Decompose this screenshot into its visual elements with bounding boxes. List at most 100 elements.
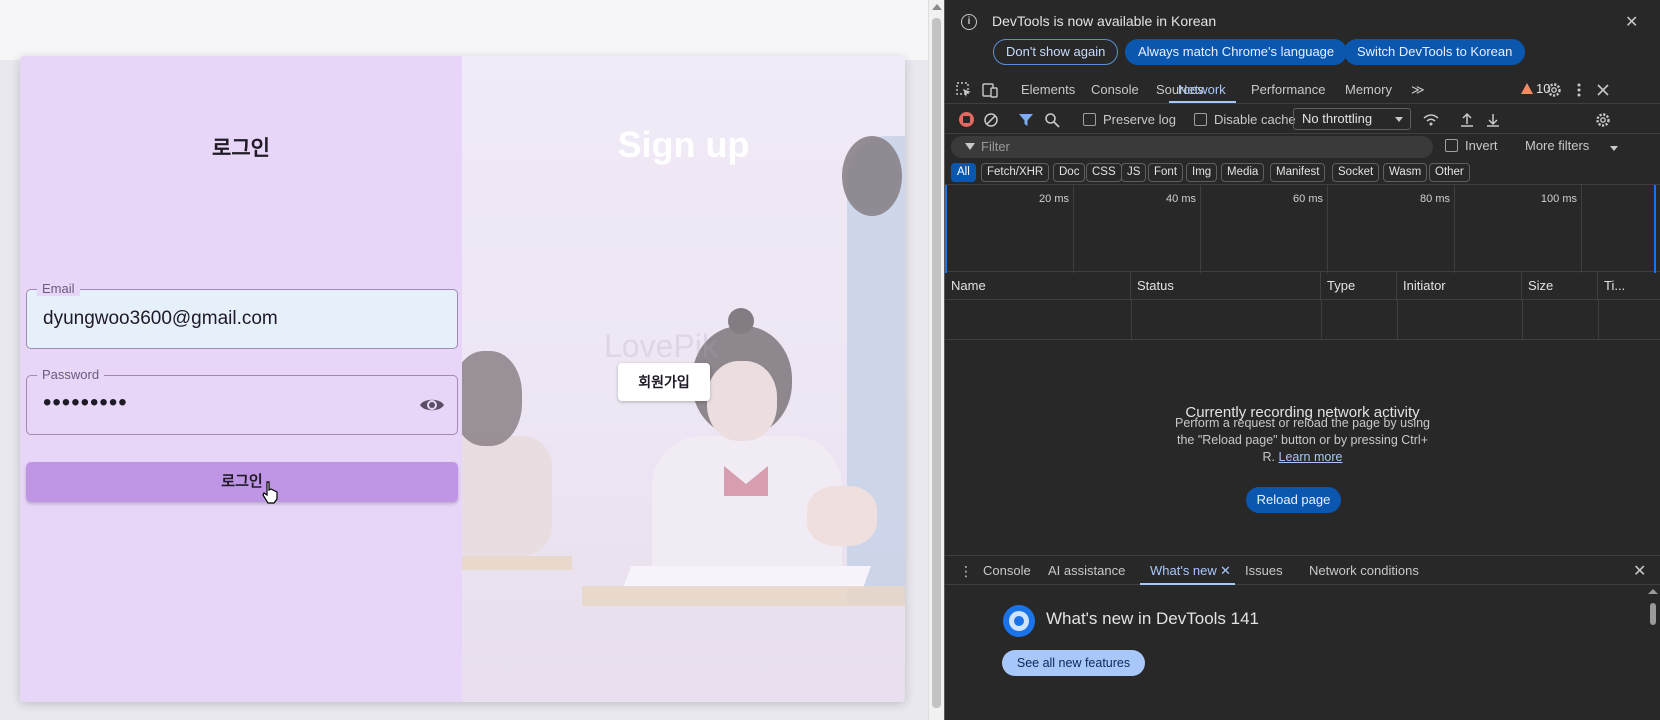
drawer-scroll-up-icon[interactable] bbox=[1648, 589, 1658, 594]
close-drawer-icon[interactable]: ✕ bbox=[1633, 561, 1646, 581]
network-conditions-icon[interactable] bbox=[1423, 112, 1439, 128]
password-field[interactable]: Password ••••••••• bbox=[26, 367, 458, 435]
timeline-tick-label: 80 ms bbox=[1420, 193, 1450, 205]
tab-memory[interactable]: Memory bbox=[1345, 82, 1392, 97]
column-divider bbox=[1131, 300, 1132, 340]
filter-chip-all[interactable]: All bbox=[951, 163, 976, 182]
filter-chip-media[interactable]: Media bbox=[1221, 163, 1265, 182]
drawer-tab-whats-new[interactable]: What's new bbox=[1150, 563, 1217, 578]
timeline-gridline bbox=[1073, 185, 1074, 273]
drawer-tab-ai-assistance[interactable]: AI assistance bbox=[1048, 563, 1125, 578]
timeline-gridline bbox=[1327, 185, 1328, 273]
reload-page-button[interactable]: Reload page bbox=[1246, 487, 1341, 513]
column-divider bbox=[1598, 300, 1599, 340]
network-overview-timeline[interactable]: 20 ms 40 ms 60 ms 80 ms 100 ms bbox=[945, 184, 1660, 273]
drawer-tab-network-conditions[interactable]: Network conditions bbox=[1309, 563, 1419, 578]
tab-console[interactable]: Console bbox=[1091, 82, 1139, 97]
filter-bar: Filter Invert More filters bbox=[945, 134, 1660, 160]
timeline-tick-label: 100 ms bbox=[1540, 193, 1577, 205]
drawer-tab-issues[interactable]: Issues bbox=[1245, 563, 1283, 578]
filter-chip-img[interactable]: Img bbox=[1186, 163, 1218, 182]
drawer-tabbar: ⋮ Console AI assistance What's new ✕ Iss… bbox=[945, 555, 1660, 585]
signup-button[interactable]: 회원가입 bbox=[618, 363, 710, 401]
resource-type-filters: All Fetch/XHR Doc CSS JS Font Img Media … bbox=[945, 160, 1660, 184]
filter-placeholder: Filter bbox=[981, 139, 1010, 154]
settings-gear-icon[interactable] bbox=[1546, 82, 1562, 98]
requests-table-header: Name Status Type Initiator Size Ti... bbox=[945, 272, 1660, 300]
column-initiator[interactable]: Initiator bbox=[1397, 272, 1522, 300]
column-time[interactable]: Ti... bbox=[1598, 272, 1660, 300]
tab-elements[interactable]: Elements bbox=[1021, 82, 1075, 97]
close-icon[interactable]: ✕ bbox=[1625, 12, 1638, 32]
page-scroll-thumb[interactable] bbox=[932, 18, 941, 708]
clear-icon[interactable] bbox=[983, 112, 999, 128]
invert-checkbox[interactable] bbox=[1445, 139, 1458, 152]
column-type[interactable]: Type bbox=[1321, 272, 1397, 300]
drawer-scrollbar[interactable] bbox=[1645, 585, 1660, 720]
device-toolbar-icon[interactable] bbox=[982, 82, 998, 98]
password-input-value[interactable]: ••••••••• bbox=[43, 389, 128, 417]
import-har-icon[interactable] bbox=[1459, 112, 1475, 128]
eye-icon[interactable] bbox=[419, 393, 445, 417]
filter-chip-css[interactable]: CSS bbox=[1086, 163, 1122, 182]
switch-to-korean-button[interactable]: Switch DevTools to Korean bbox=[1344, 39, 1526, 65]
filter-chip-wasm[interactable]: Wasm bbox=[1383, 163, 1428, 182]
disable-cache-checkbox[interactable] bbox=[1194, 113, 1207, 126]
close-devtools-icon[interactable] bbox=[1595, 82, 1611, 98]
drawer-menu-icon[interactable]: ⋮ bbox=[959, 563, 973, 580]
filter-chip-font[interactable]: Font bbox=[1148, 163, 1184, 182]
page-viewport: 로그인 Email dyungwoo3600@gmail.com Passwor… bbox=[0, 0, 928, 720]
drawer-tab-console[interactable]: Console bbox=[983, 563, 1031, 578]
timeline-gridline bbox=[1454, 185, 1455, 273]
column-size[interactable]: Size bbox=[1522, 272, 1598, 300]
scroll-up-arrow-icon[interactable] bbox=[932, 4, 942, 10]
drawer-tab-close-icon[interactable]: ✕ bbox=[1220, 563, 1231, 579]
infobar-message: DevTools is now available in Korean bbox=[992, 13, 1217, 29]
dont-show-again-button[interactable]: Don't show again bbox=[993, 39, 1119, 65]
network-settings-icon[interactable] bbox=[1595, 112, 1611, 128]
more-tabs-icon[interactable]: ≫ bbox=[1411, 82, 1425, 98]
requests-table-body bbox=[945, 300, 1660, 340]
empty-state-line: R. Learn more bbox=[945, 449, 1660, 466]
timeline-tick-label: 20 ms bbox=[1039, 193, 1069, 205]
filter-chip-manifest[interactable]: Manifest bbox=[1270, 163, 1326, 182]
filter-chip-js[interactable]: JS bbox=[1121, 163, 1147, 182]
filter-icon[interactable] bbox=[1018, 112, 1034, 128]
preserve-log-checkbox[interactable] bbox=[1083, 113, 1096, 126]
empty-state-line: the "Reload page" button or by pressing … bbox=[1176, 433, 1429, 447]
drawer-scroll-thumb[interactable] bbox=[1650, 603, 1656, 625]
inspect-element-icon[interactable] bbox=[956, 82, 972, 98]
filter-chip-other[interactable]: Other bbox=[1429, 163, 1470, 182]
empty-state-body: Perform a request or reload the page by … bbox=[945, 415, 1660, 466]
throttling-select[interactable]: No throttling bbox=[1293, 108, 1411, 130]
email-input-value[interactable]: dyungwoo3600@gmail.com bbox=[43, 308, 278, 330]
match-language-button[interactable]: Always match Chrome's language bbox=[1125, 39, 1348, 65]
see-all-features-button[interactable]: See all new features bbox=[1002, 650, 1145, 676]
filter-chip-doc[interactable]: Doc bbox=[1053, 163, 1086, 182]
stop-recording-icon[interactable] bbox=[959, 112, 974, 127]
filter-chip-socket[interactable]: Socket bbox=[1332, 163, 1380, 182]
page-background bbox=[0, 0, 928, 60]
column-divider bbox=[1321, 300, 1322, 340]
filter-chip-fetch-xhr[interactable]: Fetch/XHR bbox=[981, 163, 1050, 182]
page-scrollbar[interactable] bbox=[928, 0, 944, 720]
email-field[interactable]: Email dyungwoo3600@gmail.com bbox=[26, 281, 458, 349]
search-icon[interactable] bbox=[1044, 112, 1060, 128]
tab-performance[interactable]: Performance bbox=[1251, 82, 1325, 97]
invert-label[interactable]: Invert bbox=[1465, 138, 1498, 153]
language-infobar: i DevTools is now available in Korean ✕ … bbox=[945, 0, 1660, 70]
timeline-start-marker bbox=[945, 185, 947, 273]
filter-input[interactable]: Filter bbox=[951, 136, 1433, 158]
kebab-menu-icon[interactable] bbox=[1571, 82, 1587, 98]
timeline-gridline bbox=[1581, 185, 1582, 273]
column-status[interactable]: Status bbox=[1131, 272, 1321, 300]
export-har-icon[interactable] bbox=[1485, 112, 1501, 128]
preserve-log-label[interactable]: Preserve log bbox=[1103, 112, 1176, 127]
disable-cache-label[interactable]: Disable cache bbox=[1214, 112, 1296, 127]
login-button[interactable]: 로그인 bbox=[26, 462, 458, 502]
tab-network[interactable]: Network bbox=[1178, 82, 1226, 97]
timeline-gridline bbox=[1200, 185, 1201, 273]
learn-more-link[interactable]: Learn more bbox=[1279, 450, 1343, 464]
more-filters-dropdown[interactable]: More filters bbox=[1525, 138, 1589, 153]
column-name[interactable]: Name bbox=[945, 272, 1131, 300]
